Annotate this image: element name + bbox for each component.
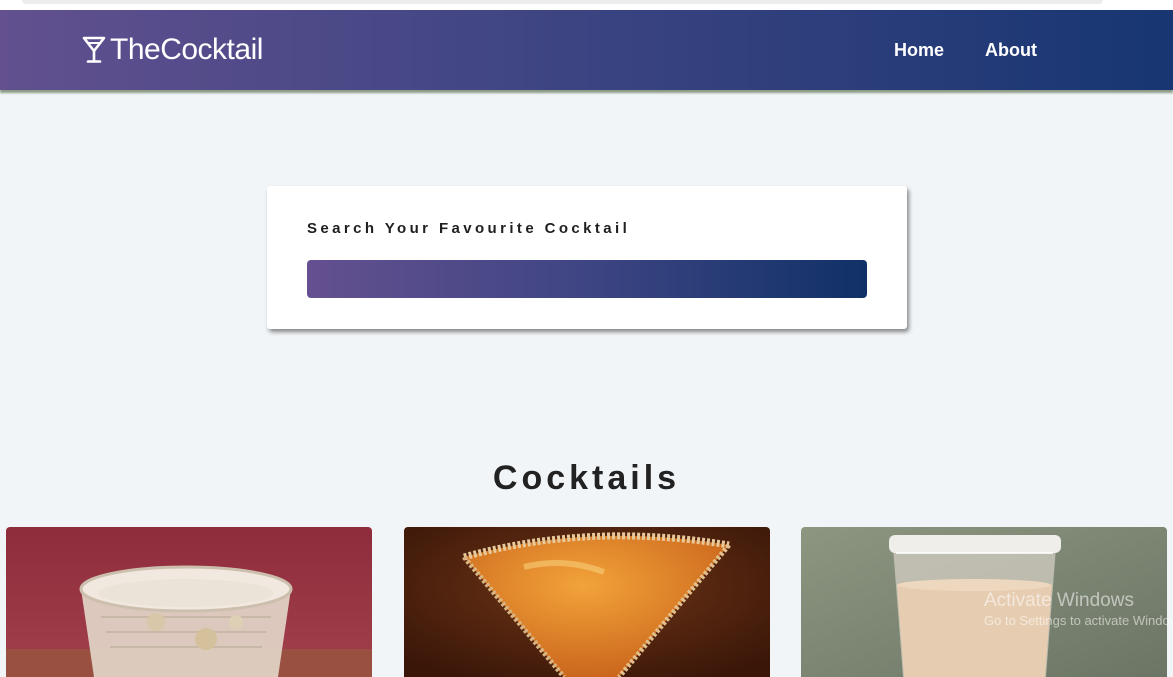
search-card: Search Your Favourite Cocktail xyxy=(267,186,907,329)
cocktail-glass-icon xyxy=(82,36,106,63)
nav-links: Home About xyxy=(894,39,1037,61)
cocktail-image-1 xyxy=(6,527,372,677)
navbar: TheCocktail Home About xyxy=(0,10,1173,90)
search-label: Search Your Favourite Cocktail xyxy=(307,220,631,237)
cocktails-heading: Cocktails xyxy=(492,459,681,498)
search-input[interactable] xyxy=(307,260,867,298)
windows-activation-watermark: Activate Windows Go to Settings to activ… xyxy=(984,590,1173,630)
cocktail-card-2[interactable] xyxy=(404,527,770,677)
browser-address-bar-edge xyxy=(22,0,1103,4)
brand-logo-link[interactable]: TheCocktail xyxy=(82,32,263,68)
cocktail-card-1[interactable] xyxy=(6,527,372,677)
nav-link-about[interactable]: About xyxy=(985,39,1037,61)
watermark-title: Activate Windows xyxy=(984,590,1134,611)
watermark-subtitle: Go to Settings to activate Windows. xyxy=(984,613,1173,628)
browser-top-edge xyxy=(0,0,1173,10)
cocktail-image-2 xyxy=(404,527,770,677)
brand-name: TheCocktail xyxy=(110,33,263,66)
nav-link-home[interactable]: Home xyxy=(894,39,944,61)
